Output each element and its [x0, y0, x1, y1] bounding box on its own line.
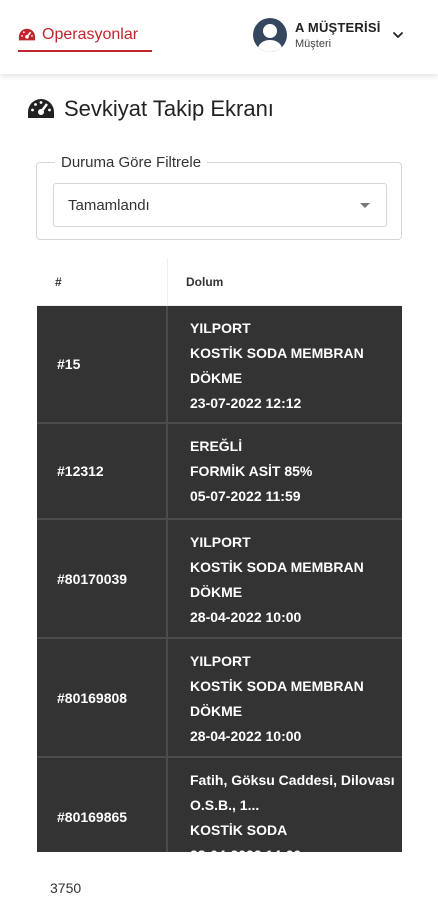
- table-row[interactable]: #80170039 YILPORT KOSTİK SODA MEMBRAN DÖ…: [37, 520, 402, 639]
- table-row[interactable]: #80169808 YILPORT KOSTİK SODA MEMBRAN DÖ…: [37, 639, 402, 758]
- dolum-date: 28-04-2022 14:00: [190, 843, 402, 852]
- dolum-product: KOSTİK SODA MEMBRAN: [190, 678, 364, 694]
- shipments-table: # Dolum #15 YILPORT KOSTİK SODA MEMBRAN …: [37, 258, 402, 852]
- dolum-product-type: DÖKME: [190, 370, 243, 386]
- dolum-location: YILPORT: [190, 320, 251, 336]
- dolum-date: 28-04-2022 10:00: [190, 728, 302, 744]
- column-header-id: #: [37, 258, 168, 306]
- dolum-location-detail: O.S.B., 1...: [190, 797, 260, 813]
- row-id: #80169808: [37, 639, 168, 756]
- row-dolum: YILPORT KOSTİK SODA MEMBRAN DÖKME 28-04-…: [168, 520, 402, 637]
- table-row[interactable]: #12312 EREĞLİ FORMİK ASİT 85% 05-07-2022…: [37, 424, 402, 520]
- total-count: 3750: [50, 880, 82, 896]
- status-select-value: Tamamlandı: [68, 197, 150, 214]
- nav-operasyonlar-link[interactable]: Operasyonlar: [18, 26, 138, 44]
- dolum-product: KOSTİK SODA MEMBRAN: [190, 345, 364, 361]
- top-header: Operasyonlar A MÜŞTERİSİ Müşteri: [0, 0, 438, 74]
- page-title: Sevkiyat Takip Ekranı: [26, 96, 274, 122]
- user-role: Müşteri: [295, 38, 332, 50]
- column-header-dolum: Dolum: [168, 258, 402, 306]
- row-id: #80170039: [37, 520, 168, 637]
- dolum-date: 23-07-2022 12:12: [190, 395, 302, 411]
- table-row[interactable]: #80169865 Fatih, Göksu Caddesi, Dilovası…: [37, 758, 402, 852]
- row-dolum: YILPORT KOSTİK SODA MEMBRAN DÖKME 23-07-…: [168, 306, 402, 422]
- table-row[interactable]: #15 YILPORT KOSTİK SODA MEMBRAN DÖKME 23…: [37, 306, 402, 424]
- row-dolum: Fatih, Göksu Caddesi, Dilovası O.S.B., 1…: [168, 758, 402, 852]
- dolum-location: Fatih, Göksu Caddesi, Dilovası: [190, 772, 395, 788]
- row-dolum: YILPORT KOSTİK SODA MEMBRAN DÖKME 28-04-…: [168, 639, 402, 756]
- dolum-date: 05-07-2022 11:59: [190, 488, 301, 504]
- dolum-date: 28-04-2022 10:00: [190, 609, 302, 625]
- dolum-location: YILPORT: [190, 653, 251, 669]
- page-title-text: Sevkiyat Takip Ekranı: [64, 96, 274, 121]
- dashboard-gauge-icon: [18, 28, 36, 41]
- row-dolum: EREĞLİ FORMİK ASİT 85% 05-07-2022 11:59: [168, 424, 402, 518]
- row-id: #12312: [37, 424, 168, 518]
- row-id: #80169865: [37, 758, 168, 852]
- caret-down-icon: [360, 203, 370, 208]
- dolum-product: KOSTİK SODA: [190, 822, 288, 838]
- dolum-product: KOSTİK SODA MEMBRAN: [190, 559, 364, 575]
- chevron-down-icon[interactable]: [391, 28, 405, 42]
- dashboard-gauge-icon: [28, 99, 54, 118]
- user-menu[interactable]: A MÜŞTERİSİ Müşteri: [253, 18, 405, 52]
- filter-legend: Duruma Göre Filtrele: [55, 154, 208, 171]
- dolum-location: YILPORT: [190, 534, 251, 550]
- dolum-product-type: DÖKME: [190, 584, 243, 600]
- row-id: #15: [37, 306, 168, 422]
- user-name: A MÜŞTERİSİ: [295, 20, 381, 35]
- dolum-location: EREĞLİ: [190, 438, 243, 454]
- active-nav-underline: [18, 50, 152, 52]
- status-filter: Duruma Göre Filtrele Tamamlandı: [36, 154, 402, 240]
- nav-operasyonlar-label: Operasyonlar: [42, 26, 139, 43]
- dolum-product-type: DÖKME: [190, 703, 243, 719]
- table-header: # Dolum: [37, 258, 402, 306]
- avatar: [253, 18, 287, 52]
- status-select[interactable]: Tamamlandı: [53, 183, 387, 227]
- dolum-product: FORMİK ASİT 85%: [190, 463, 313, 479]
